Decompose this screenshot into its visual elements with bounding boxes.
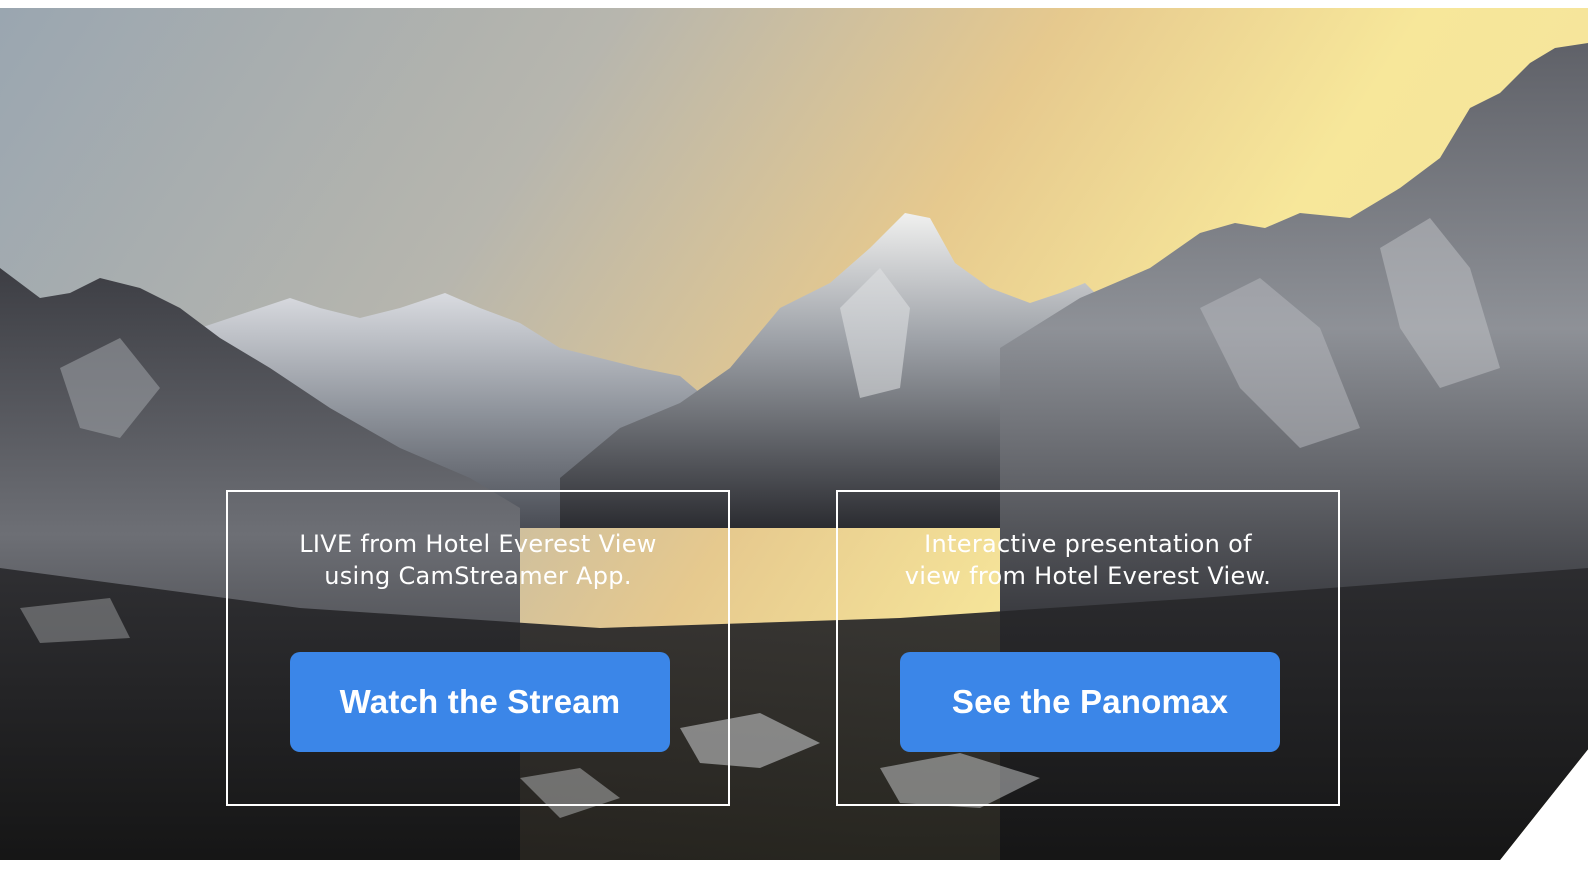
stream-card-description: LIVE from Hotel Everest View using CamSt… — [228, 528, 728, 592]
see-panomax-button[interactable]: See the Panomax — [900, 652, 1280, 752]
stream-card-line-2: using CamStreamer App. — [324, 562, 632, 590]
panomax-card-line-1: Interactive presentation of — [924, 530, 1252, 558]
page: LIVE from Hotel Everest View using CamSt… — [0, 0, 1588, 870]
stream-card-line-1: LIVE from Hotel Everest View — [299, 530, 657, 558]
watch-stream-button[interactable]: Watch the Stream — [290, 652, 670, 752]
stream-card: LIVE from Hotel Everest View using CamSt… — [226, 490, 730, 806]
panomax-card-line-2: view from Hotel Everest View. — [904, 562, 1272, 590]
hero-banner: LIVE from Hotel Everest View using CamSt… — [0, 8, 1588, 860]
panomax-card: Interactive presentation of view from Ho… — [836, 490, 1340, 806]
panomax-card-description: Interactive presentation of view from Ho… — [838, 528, 1338, 592]
